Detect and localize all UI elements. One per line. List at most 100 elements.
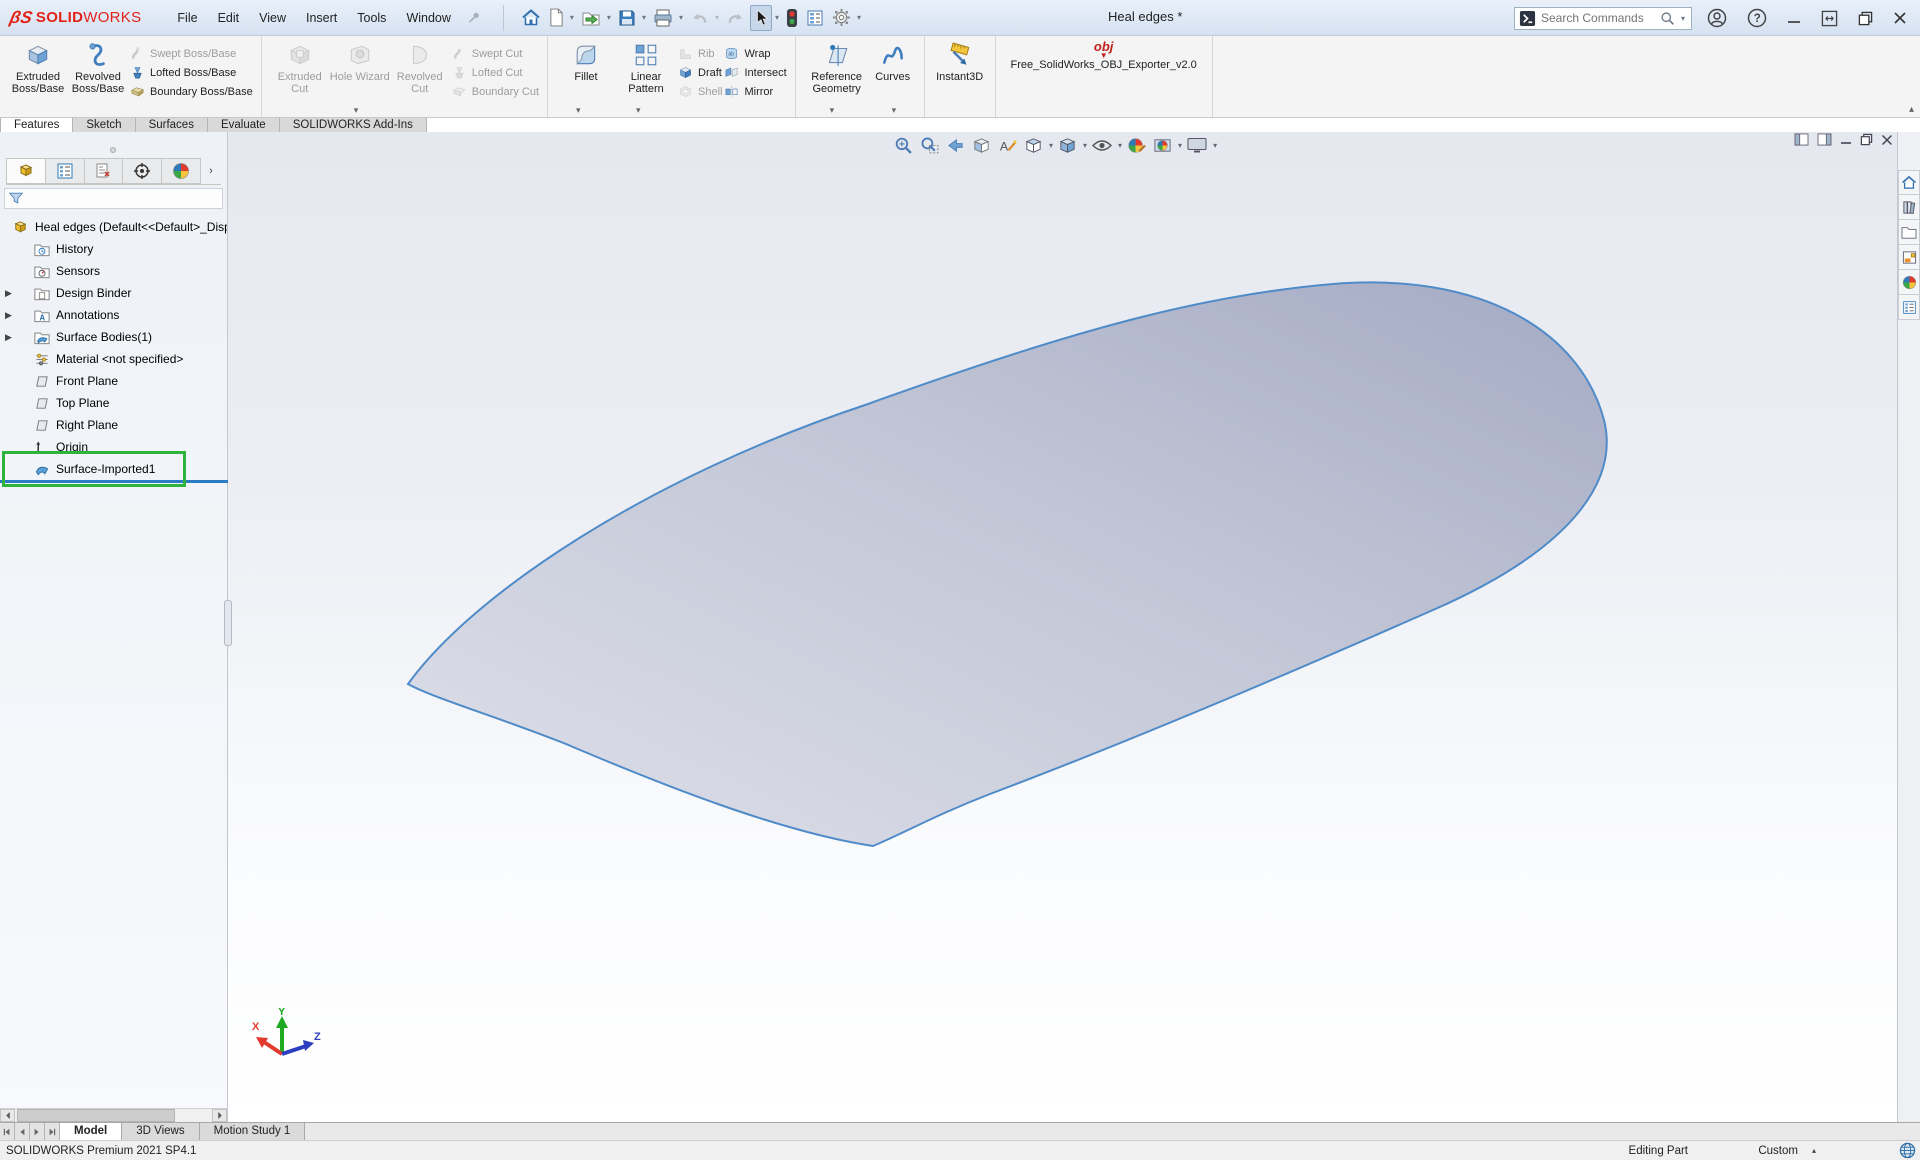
options-dropdown-caret[interactable]: ▾ — [857, 13, 861, 22]
ribbon-collapse-caret[interactable]: ▴ — [1909, 104, 1914, 115]
tree-item-annotations[interactable]: ▶ A Annotations — [0, 304, 227, 326]
hide-show-annotations-button[interactable]: A — [996, 135, 1019, 156]
search-dropdown-caret[interactable]: ▾ — [1681, 14, 1685, 23]
zoom-to-area-button[interactable] — [918, 135, 941, 156]
expand-panes-button[interactable] — [1816, 8, 1843, 29]
tree-item-origin[interactable]: Origin — [0, 436, 227, 458]
panel-tabs-overflow-chevron[interactable]: › — [201, 158, 221, 184]
tab-solidworks-add-ins[interactable]: SOLIDWORKS Add-Ins — [280, 118, 427, 132]
tree-item-right-plane[interactable]: Right Plane — [0, 414, 227, 436]
tree-item-material[interactable]: Material <not specified> — [0, 348, 227, 370]
select-dropdown-caret[interactable]: ▾ — [775, 13, 779, 22]
doc-restore-button[interactable] — [1860, 133, 1873, 146]
design-library-button[interactable] — [1898, 195, 1920, 220]
rollback-bar[interactable] — [0, 480, 228, 483]
configuration-manager-tab[interactable] — [85, 158, 124, 184]
reference-geometry-button[interactable]: Reference Geometry — [804, 39, 870, 95]
next-tab-button[interactable] — [30, 1123, 45, 1140]
display-manager-tab[interactable] — [162, 158, 201, 184]
file-properties-button[interactable] — [803, 6, 827, 30]
tree-item-front-plane[interactable]: Front Plane — [0, 370, 227, 392]
extruded-boss-base-button[interactable]: Extruded Boss/Base — [8, 39, 68, 95]
home-button[interactable] — [518, 5, 544, 30]
tree-root-heal-edges[interactable]: Heal edges (Default<<Default>_Displ — [0, 216, 227, 238]
tree-item-sensors[interactable]: Sensors — [0, 260, 227, 282]
select-tool-button[interactable] — [750, 5, 772, 31]
tree-item-top-plane[interactable]: Top Plane — [0, 392, 227, 414]
hide-show-items-caret[interactable]: ▾ — [1118, 141, 1122, 150]
appearances-scenes-button[interactable] — [1898, 270, 1920, 295]
search-commands-input[interactable] — [1541, 11, 1655, 25]
intersect-button[interactable]: Intersect — [724, 65, 786, 80]
tree-item-design-binder[interactable]: ▶ Design Binder — [0, 282, 227, 304]
panel-splitter-dot[interactable] — [110, 147, 116, 153]
revolved-boss-base-button[interactable]: Revolved Boss/Base — [68, 39, 128, 95]
rebuild-button[interactable] — [783, 5, 801, 31]
menu-insert[interactable]: Insert — [296, 7, 347, 29]
panel-splitter-grip[interactable] — [224, 600, 232, 646]
tab-sketch[interactable]: Sketch — [73, 118, 135, 132]
view-settings-button[interactable] — [1185, 136, 1209, 155]
revolved-cut-button[interactable]: Revolved Cut — [390, 39, 450, 95]
hide-show-items-button[interactable] — [1090, 137, 1114, 154]
open-button[interactable] — [578, 6, 604, 30]
hole-wizard-dropdown-caret[interactable]: ▾ — [354, 105, 359, 116]
tree-filter-field[interactable] — [4, 188, 223, 209]
zoom-to-fit-button[interactable] — [892, 135, 915, 156]
expand-caret[interactable]: ▶ — [5, 288, 12, 299]
tab-features[interactable]: Features — [0, 118, 73, 132]
print-button[interactable] — [650, 6, 676, 30]
swept-boss-base-button[interactable]: Swept Boss/Base — [130, 46, 253, 61]
previous-view-button[interactable] — [944, 135, 967, 156]
options-gear-button[interactable] — [829, 5, 854, 30]
first-tab-button[interactable] — [0, 1123, 15, 1140]
menu-edit[interactable]: Edit — [208, 7, 250, 29]
doc-close-button[interactable] — [1881, 134, 1893, 146]
view-settings-caret[interactable]: ▾ — [1213, 141, 1217, 150]
units-globe-icon[interactable] — [1899, 1142, 1916, 1159]
property-manager-tab[interactable] — [46, 158, 85, 184]
motion-study-tab[interactable]: Motion Study 1 — [200, 1123, 306, 1140]
tab-evaluate[interactable]: Evaluate — [208, 118, 280, 132]
swept-cut-button[interactable]: Swept Cut — [452, 46, 539, 61]
tree-item-history[interactable]: History — [0, 238, 227, 260]
minimize-button[interactable] — [1782, 9, 1806, 27]
lofted-boss-base-button[interactable]: Lofted Boss/Base — [130, 65, 253, 80]
edit-appearance-button[interactable] — [1125, 135, 1148, 156]
user-account-icon[interactable] — [1702, 6, 1732, 30]
units-selector[interactable]: Custom ▴ — [1758, 1145, 1816, 1157]
scroll-left-button[interactable] — [0, 1109, 15, 1122]
wrap-button[interactable]: ab Wrap — [724, 46, 786, 61]
reference-geometry-dropdown-caret[interactable]: ▾ — [830, 105, 835, 116]
undo-dropdown-caret[interactable]: ▾ — [715, 13, 719, 22]
search-magnifier-icon[interactable] — [1660, 11, 1675, 26]
doc-pane-left-icon[interactable] — [1794, 133, 1809, 146]
instant3d-button[interactable]: Instant3D — [933, 39, 987, 83]
view-palette-button[interactable] — [1898, 245, 1920, 270]
linear-pattern-button[interactable]: Linear Pattern — [616, 39, 676, 95]
expand-caret[interactable]: ▶ — [5, 332, 12, 343]
file-explorer-button[interactable] — [1898, 220, 1920, 245]
hole-wizard-button[interactable]: Hole Wizard — [330, 39, 390, 83]
last-tab-button[interactable] — [45, 1123, 60, 1140]
tree-item-surface-bodies[interactable]: ▶ Surface Bodies(1) — [0, 326, 227, 348]
surface-model[interactable] — [228, 132, 1897, 1122]
help-icon[interactable]: ? — [1742, 6, 1772, 30]
view-orientation-caret[interactable]: ▾ — [1049, 141, 1053, 150]
tree-item-surface-imported1[interactable]: Surface-Imported1 — [0, 458, 227, 480]
new-document-button[interactable] — [546, 5, 567, 30]
shell-button[interactable]: Shell — [678, 84, 722, 99]
menu-file[interactable]: File — [167, 7, 207, 29]
boundary-cut-button[interactable]: Boundary Cut — [452, 84, 539, 99]
view-orientation-button[interactable] — [1022, 135, 1045, 156]
graphics-viewport[interactable]: A ▾ ▾ ▾ ▾ ▾ X — [228, 132, 1897, 1122]
boundary-boss-base-button[interactable]: Boundary Boss/Base — [130, 84, 253, 99]
linear-pattern-dropdown-caret[interactable]: ▾ — [636, 105, 641, 116]
draft-button[interactable]: Draft — [678, 65, 722, 80]
lofted-cut-button[interactable]: Lofted Cut — [452, 65, 539, 80]
menu-window[interactable]: Window — [396, 7, 460, 29]
save-button[interactable] — [615, 6, 639, 30]
print-dropdown-caret[interactable]: ▾ — [679, 13, 683, 22]
extruded-cut-button[interactable]: Extruded Cut — [270, 39, 330, 95]
open-dropdown-caret[interactable]: ▾ — [607, 13, 611, 22]
